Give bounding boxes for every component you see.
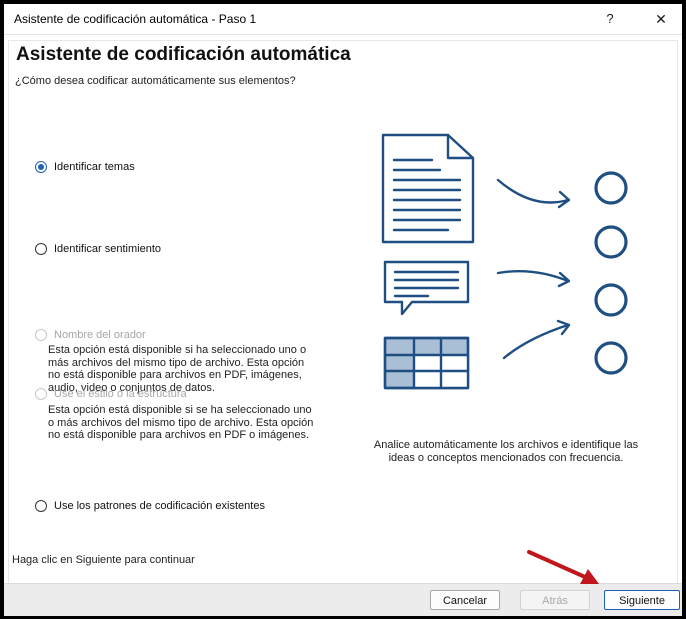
circle-icon	[594, 283, 628, 317]
option-identify-themes[interactable]: Identificar temas	[35, 161, 135, 173]
option-label: Use el estilo o la estructura	[54, 388, 187, 400]
radio-identify-themes[interactable]	[35, 161, 47, 173]
description-line: más archivos del mismo tipo de archivo. …	[48, 356, 305, 369]
option-label: Use los patrones de codificación existen…	[54, 500, 265, 512]
illustration-caption: Analice automáticamente los archivos e i…	[356, 439, 656, 465]
radio-style-structure	[35, 388, 47, 400]
description-line: Esta opción está disponible si ha selecc…	[48, 344, 307, 356]
option-label: Identificar temas	[54, 161, 135, 173]
circle-icon	[594, 171, 628, 205]
speech-bubble-icon	[383, 260, 470, 316]
option-existing-patterns[interactable]: Use los patrones de codificación existen…	[35, 500, 265, 512]
document-icon	[381, 133, 475, 244]
option-speaker-name: Nombre del orador	[35, 329, 146, 341]
arrow-icon	[502, 319, 571, 360]
radio-speaker-name	[35, 329, 47, 341]
help-button[interactable]: ?	[596, 8, 624, 30]
continue-hint: Haga clic en Siguiente para continuar	[12, 554, 195, 566]
caption-line: ideas o conceptos mencionados con frecue…	[388, 452, 624, 464]
page-title: Asistente de codificación automática	[16, 44, 351, 65]
option-speaker-name-description: Esta opción está disponible si ha selecc…	[48, 344, 306, 394]
arrow-icon	[496, 270, 571, 288]
auto-code-illustration	[381, 133, 628, 390]
radio-existing-patterns[interactable]	[35, 500, 47, 512]
radio-identify-sentiment[interactable]	[35, 243, 47, 255]
back-button: Atrás	[520, 590, 590, 610]
cancel-button[interactable]: Cancelar	[430, 590, 500, 610]
circle-icon	[594, 341, 628, 375]
option-identify-sentiment[interactable]: Identificar sentimiento	[35, 243, 161, 255]
option-label: Nombre del orador	[54, 329, 146, 341]
option-style-structure-description: Esta opción está disponible si se ha sel…	[48, 404, 313, 442]
description-line: o más archivos del mismo tipo de archivo…	[48, 416, 314, 429]
close-button[interactable]: ✕	[646, 8, 676, 30]
window-title: Asistente de codificación automática - P…	[14, 12, 257, 26]
next-button[interactable]: Siguiente	[604, 590, 680, 610]
option-label: Identificar sentimiento	[54, 243, 161, 255]
title-bar: Asistente de codificación automática - P…	[4, 4, 682, 35]
red-arrow-icon	[527, 550, 599, 584]
description-line: Esta opción está disponible si se ha sel…	[48, 404, 312, 416]
table-icon	[383, 336, 470, 390]
caption-line: Analice automáticamente los archivos e i…	[373, 439, 639, 451]
option-style-structure: Use el estilo o la estructura	[35, 388, 187, 400]
circle-icon	[594, 225, 628, 259]
arrow-icon	[496, 178, 571, 209]
description-line: no está disponible para archivos en PDF …	[48, 429, 310, 441]
description-line: no está disponible para archivos en PDF,…	[48, 369, 302, 381]
page-question: ¿Cómo desea codificar automáticamente su…	[15, 75, 296, 87]
